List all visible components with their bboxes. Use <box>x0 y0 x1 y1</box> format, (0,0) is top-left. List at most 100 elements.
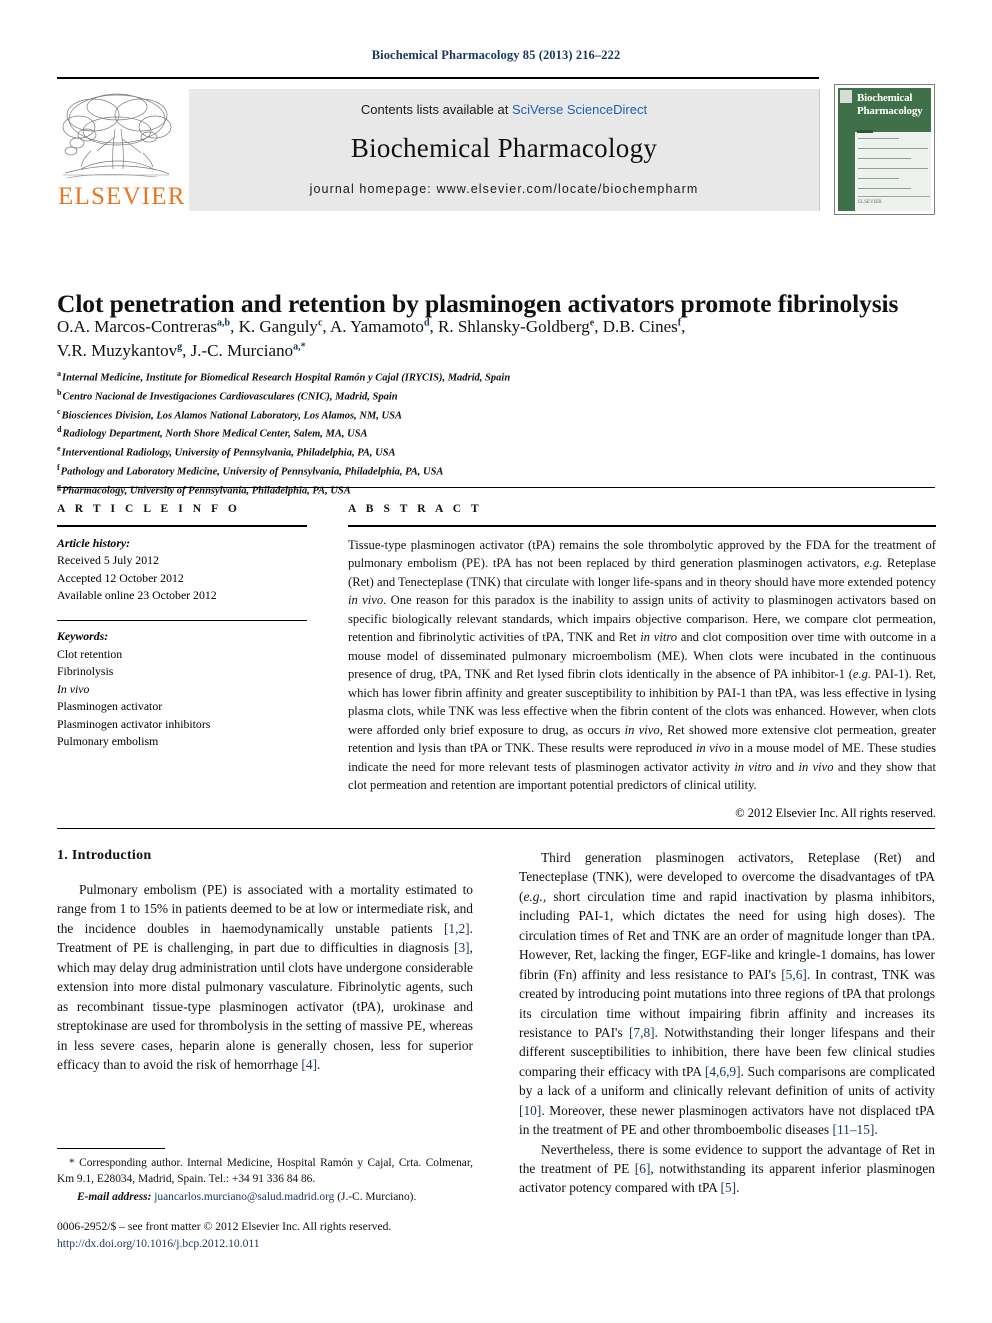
article-page: Biochemical Pharmacology 85 (2013) 216–2… <box>0 0 992 1323</box>
journal-homepage[interactable]: journal homepage: www.elsevier.com/locat… <box>189 182 819 196</box>
affiliation-text: Radiology Department, North Shore Medica… <box>62 428 368 440</box>
issn-copyright-line: 0006-2952/$ – see front matter © 2012 El… <box>57 1220 392 1233</box>
contents-prefix: Contents lists available at <box>360 102 512 117</box>
keyword-item: Clot retention <box>57 646 123 661</box>
elsevier-tree-icon <box>62 93 172 179</box>
affiliation-item: aInternal Medicine, Institute for Biomed… <box>57 368 937 387</box>
elsevier-wordmark: ELSEVIER <box>58 183 186 210</box>
affiliation-item: dRadiology Department, North Shore Medic… <box>57 424 937 443</box>
keywords-list: Keywords: Clot retention Fibrinolysis In… <box>57 628 307 750</box>
abstract-rule <box>348 525 936 527</box>
journal-cover-thumbnail[interactable]: Biochemical Pharmacology ELSEVIER <box>834 84 935 215</box>
author-affil-marker: c <box>317 317 323 329</box>
page-title: Clot penetration and retention by plasmi… <box>57 289 899 319</box>
section-heading-introduction: 1. Introduction <box>57 848 152 863</box>
elsevier-logo: ELSEVIER <box>57 89 184 209</box>
author-name: O.A. Marcos-Contreras <box>57 317 218 336</box>
history-item: Accepted 12 October 2012 <box>57 570 184 585</box>
affiliation-marker: f <box>57 462 60 472</box>
article-history: Article history: Received 5 July 2012 Ac… <box>57 535 307 605</box>
cover-title-line2: Pharmacology <box>857 104 923 117</box>
author-name: A. Yamamoto <box>329 317 424 336</box>
keyword-item: In vivo <box>57 681 90 696</box>
journal-masthead: ELSEVIER Contents lists available at Sci… <box>57 77 935 217</box>
author-affil-marker: f <box>677 317 682 329</box>
cover-title: Biochemical Pharmacology <box>857 92 934 118</box>
keywords-label: Keywords: <box>57 629 109 644</box>
cover-imprint: ELSEVIER <box>858 200 882 205</box>
cover-background: Biochemical Pharmacology ELSEVIER <box>838 88 931 211</box>
keyword-item: Plasminogen activator <box>57 699 163 714</box>
affiliation-item: bCentro Nacional de Investigaciones Card… <box>57 387 937 406</box>
affiliation-list: aInternal Medicine, Institute for Biomed… <box>57 368 937 499</box>
affiliation-marker: d <box>57 425 62 435</box>
affiliation-item: gPharmacology, University of Pennsylvani… <box>57 481 937 500</box>
affiliation-marker: b <box>57 387 62 397</box>
email-owner: (J.-C. Murciano). <box>337 1190 417 1203</box>
article-info-column: A R T I C L E I N F O Article history: R… <box>57 503 307 751</box>
footnote-rule <box>57 1148 165 1149</box>
masthead-top-rule <box>57 77 819 79</box>
abstract-copyright: © 2012 Elsevier Inc. All rights reserved… <box>735 805 936 820</box>
author-name: D.B. Cines <box>602 317 678 336</box>
affiliation-marker: a <box>57 369 61 378</box>
affiliation-text: Biosciences Division, Los Alamos Nationa… <box>61 410 402 422</box>
affiliation-item: fPathology and Laboratory Medicine, Univ… <box>57 462 937 481</box>
abstract-text: Tissue-type plasminogen activator (tPA) … <box>348 537 937 793</box>
corresponding-author-footnote: * Corresponding author. Internal Medicin… <box>57 1148 473 1205</box>
author-affil-marker: a,b <box>217 317 231 329</box>
article-info-rule <box>57 525 307 527</box>
body-paragraph: Third generation plasminogen activators,… <box>519 850 935 1138</box>
author-affil-marker: g <box>177 341 183 353</box>
affiliation-marker: c <box>57 406 61 416</box>
contents-available-line: Contents lists available at SciVerse Sci… <box>189 89 819 117</box>
email-line: E-mail address: juancarlos.murciano@salu… <box>57 1189 473 1205</box>
author-list: O.A. Marcos-Contrerasa,b, K. Gangulyc, A… <box>57 315 937 363</box>
cover-footer: ELSEVIER <box>858 196 930 205</box>
info-section-top-rule <box>57 487 935 488</box>
affiliation-marker: e <box>57 444 61 454</box>
affiliation-text: Pathology and Laboratory Medicine, Unive… <box>60 466 444 478</box>
affiliation-item: cBiosciences Division, Los Alamos Nation… <box>57 406 937 425</box>
keywords-rule <box>57 620 307 622</box>
email-link[interactable]: juancarlos.murciano@salud.madrid.org <box>154 1191 334 1203</box>
history-item: Received 5 July 2012 <box>57 553 159 568</box>
history-item: Available online 23 October 2012 <box>57 587 217 602</box>
cover-title-line1: Biochemical <box>857 92 913 104</box>
author-name: J.-C. Murciano <box>190 341 294 361</box>
cover-contents-lines <box>858 138 928 198</box>
cover-elsevier-mark-icon <box>840 90 852 103</box>
doi-link[interactable]: http://dx.doi.org/10.1016/j.bcp.2012.10.… <box>57 1235 557 1252</box>
body-paragraph: Nevertheless, there is some evidence to … <box>519 1141 936 1196</box>
journal-banner: Contents lists available at SciVerse Sci… <box>189 89 820 211</box>
body-column-right: Third generation plasminogen activators,… <box>519 848 935 1198</box>
sciencedirect-link[interactable]: SciVerse ScienceDirect <box>512 102 647 117</box>
body-top-rule <box>57 828 935 829</box>
author-affil-marker: d <box>423 317 430 329</box>
keyword-item: Pulmonary embolism <box>57 734 159 749</box>
affiliation-item: eInterventional Radiology, University of… <box>57 443 937 462</box>
journal-title: Biochemical Pharmacology <box>350 133 658 163</box>
author-name: R. Shlansky-Goldberg <box>438 317 590 336</box>
affiliation-text: Interventional Radiology, University of … <box>61 447 396 459</box>
body-paragraph: Pulmonary embolism (PE) is associated wi… <box>57 882 473 1072</box>
author-name: V.R. Muzykantov <box>57 341 178 361</box>
corresponding-author-text: * Corresponding author. Internal Medicin… <box>57 1157 473 1186</box>
keyword-item: Plasminogen activator inhibitors <box>57 716 211 731</box>
author-affil-marker: e <box>589 317 595 329</box>
author-name: K. Ganguly <box>238 317 318 336</box>
affiliation-text: Internal Medicine, Institute for Biomedi… <box>62 372 511 384</box>
cover-rule-icon <box>857 130 873 133</box>
body-column-left: 1. Introduction Pulmonary embolism (PE) … <box>57 848 473 1074</box>
page-footer: 0006-2952/$ – see front matter © 2012 El… <box>57 1218 557 1253</box>
email-label: E-mail address: <box>77 1190 152 1203</box>
author-line-2: V.R. Muzykantovg, J.-C. Murcianoa,* <box>57 341 306 361</box>
article-info-heading: A R T I C L E I N F O <box>57 503 241 515</box>
affiliation-text: Centro Nacional de Investigaciones Cardi… <box>62 391 398 403</box>
article-history-label: Article history: <box>57 535 131 550</box>
keyword-item: Fibrinolysis <box>57 664 114 679</box>
abstract-column: A B S T R A C T Tissue-type plasminogen … <box>348 503 936 821</box>
running-head: Biochemical Pharmacology 85 (2013) 216–2… <box>371 48 621 62</box>
author-line-1: O.A. Marcos-Contrerasa,b, K. Gangulyc, A… <box>57 317 686 336</box>
author-affil-marker: a,* <box>293 341 306 353</box>
